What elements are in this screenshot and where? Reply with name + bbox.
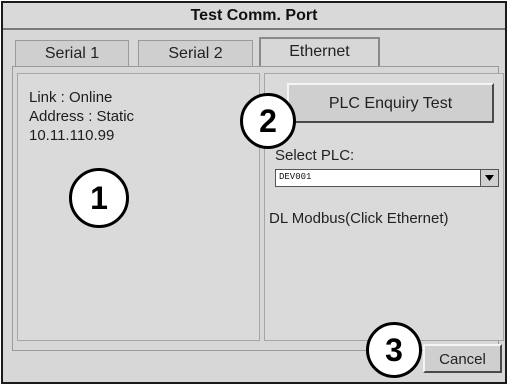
dropdown-arrow-icon[interactable]: [480, 170, 498, 186]
tab-ethernet[interactable]: Ethernet: [259, 37, 380, 68]
callout-1: 1: [69, 168, 129, 228]
tab-serial-2[interactable]: Serial 2: [138, 40, 253, 66]
ip-address: 10.11.110.99: [29, 127, 115, 144]
protocol-label: DL Modbus(Click Ethernet): [269, 210, 449, 227]
tab-serial-1[interactable]: Serial 1: [15, 40, 129, 66]
callout-3: 3: [366, 322, 422, 378]
select-plc-dropdown[interactable]: DEV001: [275, 169, 499, 187]
select-plc-value: DEV001: [279, 172, 312, 182]
callout-2: 2: [240, 93, 296, 149]
link-status: Link : Online: [29, 89, 113, 106]
window-title: Test Comm. Port: [3, 3, 505, 30]
cancel-button[interactable]: Cancel: [423, 344, 502, 373]
test-comm-port-window: Test Comm. Port Serial 1 Serial 2 Ethern…: [1, 1, 507, 384]
plc-enquiry-test-button[interactable]: PLC Enquiry Test: [287, 83, 494, 123]
select-plc-label: Select PLC:: [275, 147, 355, 164]
address-status: Address : Static: [29, 108, 135, 125]
